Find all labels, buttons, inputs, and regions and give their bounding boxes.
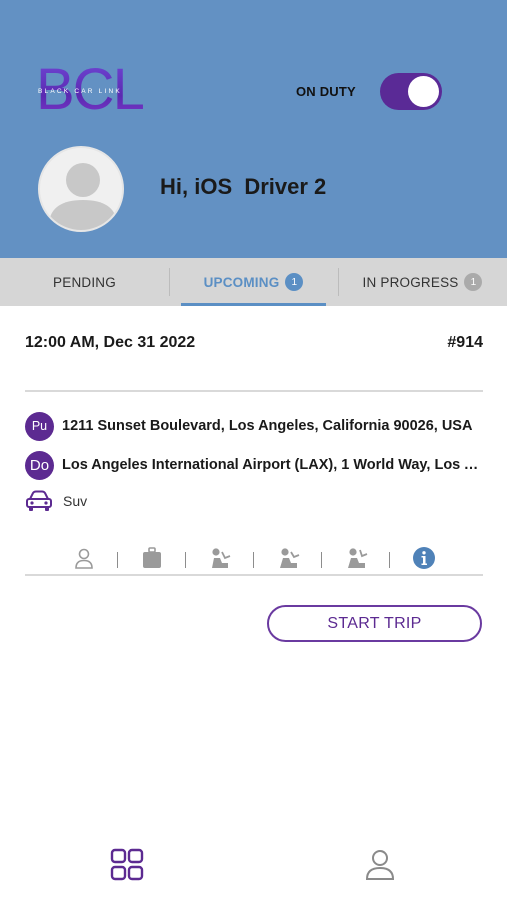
bottom-navigation xyxy=(0,826,507,900)
tab-upcoming[interactable]: UPCOMING 1 xyxy=(169,258,338,306)
car-icon xyxy=(26,490,52,511)
dropoff-row: Do Los Angeles International Airport (LA… xyxy=(25,450,483,480)
avatar-placeholder-icon xyxy=(49,163,117,230)
trip-details-icons xyxy=(25,542,483,572)
icon-separator xyxy=(253,552,254,568)
driver-greeting: Hi, iOS Driver 2 xyxy=(160,174,327,199)
info-icon[interactable] xyxy=(412,546,436,570)
card-divider xyxy=(25,390,483,392)
dropoff-address: Los Angeles International Airport (LAX),… xyxy=(62,457,483,473)
tab-pending[interactable]: PENDING xyxy=(0,258,169,306)
in-progress-count-badge: 1 xyxy=(464,273,483,291)
vehicle-type: Suv xyxy=(63,493,88,509)
driver-avatar[interactable] xyxy=(38,146,124,232)
trip-datetime: 12:00 AM, Dec 31 2022 xyxy=(25,334,196,351)
bcl-logo: BCL BLACK CAR LINK xyxy=(36,57,145,122)
tab-in-progress-label: IN PROGRESS xyxy=(362,274,459,290)
profile-icon[interactable] xyxy=(363,848,397,882)
on-duty-label: ON DUTY xyxy=(296,84,356,99)
icon-separator xyxy=(185,552,186,568)
on-duty-toggle[interactable] xyxy=(380,73,442,110)
tab-upcoming-label: UPCOMING xyxy=(203,274,280,290)
icons-divider xyxy=(25,574,483,576)
vehicle-row: Suv xyxy=(25,490,87,512)
pickup-badge: Pu xyxy=(25,411,54,441)
booster-seat-icon[interactable] xyxy=(276,546,300,570)
icon-separator xyxy=(389,552,390,568)
trip-status-tabs: PENDING UPCOMING 1 IN PROGRESS 1 xyxy=(0,258,507,306)
tab-in-progress[interactable]: IN PROGRESS 1 xyxy=(338,258,507,306)
passenger-icon[interactable] xyxy=(72,546,96,570)
trip-id: #914 xyxy=(447,334,483,351)
icon-separator xyxy=(321,552,322,568)
dashboard-grid-icon[interactable] xyxy=(110,848,144,882)
upcoming-count-badge: 1 xyxy=(285,273,304,291)
infant-seat-icon[interactable] xyxy=(344,546,368,570)
app-header: BCL BLACK CAR LINK ON DUTY Hi, iOS Drive… xyxy=(0,0,507,258)
pickup-row: Pu 1211 Sunset Boulevard, Los Angeles, C… xyxy=(25,411,483,441)
luggage-icon[interactable] xyxy=(140,546,164,570)
start-trip-button[interactable]: START TRIP xyxy=(267,605,482,642)
icon-separator xyxy=(117,552,118,568)
pickup-address: 1211 Sunset Boulevard, Los Angeles, Cali… xyxy=(62,418,473,434)
car-seat-icon[interactable] xyxy=(208,546,232,570)
tab-pending-label: PENDING xyxy=(53,274,116,290)
dropoff-badge: Do xyxy=(25,450,54,480)
toggle-knob xyxy=(408,76,439,107)
